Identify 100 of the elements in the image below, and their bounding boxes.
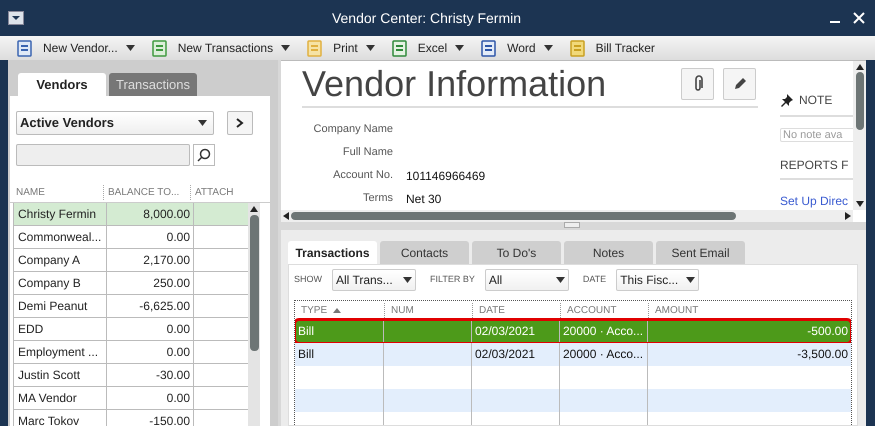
vendor-row[interactable]: Company A 2,170.00 (13, 249, 248, 272)
scroll-up-icon[interactable] (856, 64, 864, 70)
column-header[interactable]: ATTACH (190, 184, 250, 200)
caret-icon (366, 45, 375, 51)
vendor-row[interactable]: Company B 250.00 (13, 272, 248, 295)
filter-dropdown[interactable]: This Fisc... (616, 269, 700, 291)
filter-dropdown[interactable]: All Trans... (332, 269, 416, 291)
table-cell: 0.00 (107, 318, 194, 340)
table-cell: EDD (14, 318, 107, 340)
filter-label: FILTER BY (430, 273, 475, 286)
search-field[interactable] (16, 144, 190, 166)
field-label: Terms (362, 191, 393, 206)
caret-icon (556, 277, 565, 283)
transaction-row[interactable]: Bill 02/03/2021 20000 · Acco... -500.00 (295, 320, 851, 343)
scrollbar[interactable] (248, 203, 260, 426)
table-cell: Company A (14, 249, 107, 271)
document-icon (480, 40, 498, 56)
table-cell: -30.00 (107, 364, 194, 386)
field-label: Full Name (342, 145, 393, 160)
vendor-filter-dropdown[interactable]: Active Vendors (16, 111, 214, 135)
toolbar-button[interactable]: New Vendor... (16, 39, 135, 57)
search-button[interactable] (193, 144, 215, 166)
table-cell: Employment ... (14, 341, 107, 363)
scrollbar-thumb[interactable] (856, 72, 864, 130)
caret-icon (544, 45, 553, 51)
table-cell: Company B (14, 272, 107, 294)
filter-dropdown[interactable]: All (484, 269, 569, 291)
window-title: Vendor Center: Christy Fermin (330, 8, 522, 28)
note-field[interactable]: No note ava (780, 128, 853, 142)
detail-tab[interactable]: Notes (564, 241, 653, 264)
note-heading: NOTE (799, 92, 832, 109)
caret-icon (403, 277, 412, 283)
field-value: 101146966469 (406, 168, 486, 184)
caret-icon (126, 45, 135, 51)
splitter-handle[interactable] (564, 222, 580, 228)
column-header[interactable]: BALANCE TO... (103, 184, 190, 200)
filter-label: DATE (582, 273, 606, 286)
detail-tab[interactable]: Sent Email (656, 241, 745, 264)
document-icon (568, 40, 586, 56)
sort-ascending-icon (333, 308, 342, 313)
scrollbar[interactable] (853, 61, 866, 210)
edit-button[interactable] (723, 68, 756, 100)
table-cell: -150.00 (107, 410, 194, 426)
scrollbar-thumb[interactable] (291, 212, 736, 220)
table-cell: 0.00 (107, 226, 194, 248)
chevron-right-icon (236, 118, 244, 128)
table-cell: Marc Tokov (14, 410, 107, 426)
table-cell: Justin Scott (14, 364, 107, 386)
field-label: Account No. (332, 168, 393, 184)
page-title: Vendor Information (302, 66, 606, 102)
vendor-row[interactable]: Christy Fermin 8,000.00 (13, 203, 248, 226)
transaction-row[interactable]: Bill 02/03/2021 20000 · Acco... -3,500.00 (295, 343, 851, 366)
table-cell: 250.00 (107, 272, 194, 294)
close-icon[interactable] (853, 12, 865, 24)
scroll-down-icon[interactable] (856, 201, 864, 207)
caret-icon (686, 277, 696, 283)
table-cell: MA Vendor (14, 387, 107, 409)
vendor-row[interactable]: Commonweal... 0.00 (13, 226, 248, 249)
field-label: Company Name (312, 122, 393, 138)
scrollbar[interactable] (281, 210, 853, 222)
paperclip-icon (692, 74, 702, 92)
vendor-row[interactable]: MA Vendor 0.00 (13, 387, 248, 410)
filter-label: SHOW (294, 273, 322, 286)
table-cell: -6,625.00 (107, 295, 194, 317)
vendor-row[interactable]: EDD 0.00 (13, 318, 248, 341)
scroll-right-icon[interactable] (845, 212, 851, 220)
setup-link[interactable]: Set Up Direc (780, 192, 853, 210)
toolbar-button[interactable]: New Transactions (150, 39, 290, 57)
table-cell-text: -3,500.00 (796, 346, 849, 363)
toolbar-button[interactable]: Excel (390, 39, 464, 57)
column-header[interactable]: TYPE (295, 303, 384, 318)
detail-tab[interactable]: Contacts (380, 241, 469, 264)
column-header[interactable]: NAME (15, 184, 103, 200)
scroll-up-icon[interactable] (250, 206, 258, 212)
vendor-row[interactable]: Justin Scott -30.00 (13, 364, 248, 387)
vendor-row[interactable]: Demi Peanut -6,625.00 (13, 295, 248, 318)
table-cell: Demi Peanut (14, 295, 107, 317)
table-cell: 0.00 (107, 387, 194, 409)
table-cell: 8,000.00 (107, 203, 194, 225)
document-icon (390, 40, 408, 56)
table-cell: Commonweal... (14, 226, 107, 248)
field-value: Net 30 (406, 190, 442, 208)
expand-button[interactable] (227, 111, 253, 135)
caret-icon (198, 120, 207, 126)
attach-button[interactable] (681, 68, 714, 100)
window-menu-icon[interactable] (8, 11, 24, 25)
table-cell: 2,170.00 (107, 249, 194, 271)
table-cell: Christy Fermin (14, 203, 107, 225)
toolbar-button[interactable]: Word (480, 39, 553, 57)
document-icon (16, 40, 33, 56)
toolbar-button[interactable]: Print (306, 39, 375, 57)
detail-tab[interactable]: Transactions (288, 241, 377, 264)
detail-tab[interactable]: To Do's (472, 241, 561, 264)
vendor-row[interactable]: Employment ... 0.00 (13, 341, 248, 364)
toolbar-button[interactable]: Bill Tracker (568, 39, 655, 57)
scrollbar-thumb[interactable] (250, 215, 258, 351)
scroll-left-icon[interactable] (283, 212, 289, 220)
panel-tab[interactable]: Vendors (18, 73, 106, 96)
search-icon (197, 148, 211, 162)
pushpin-icon (780, 94, 793, 106)
